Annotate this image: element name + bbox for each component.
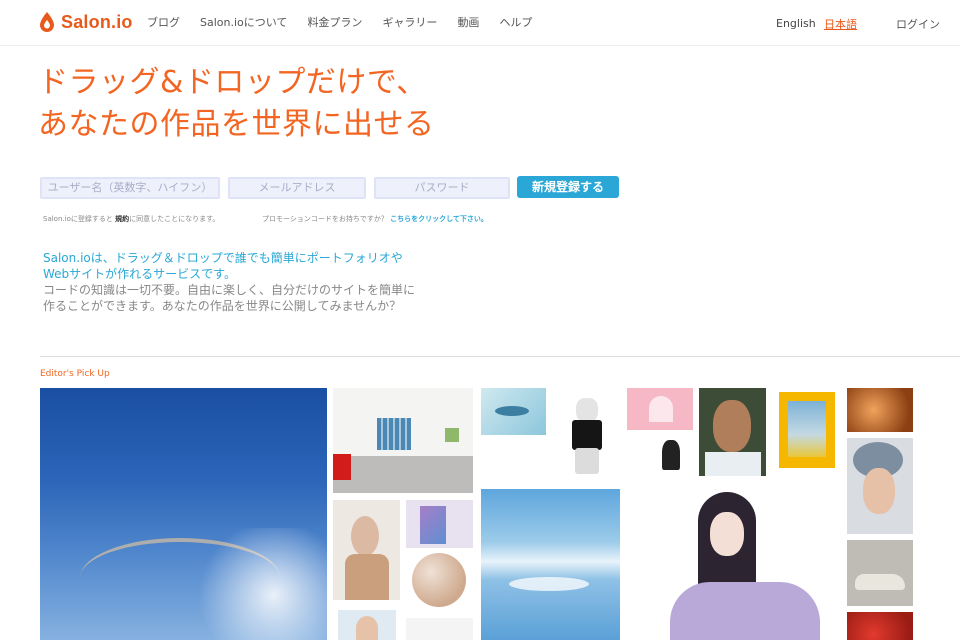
username-field[interactable]: ユーザー名（英数字、ハイフン） (40, 177, 220, 199)
girl-face (710, 512, 744, 556)
nav-gallery[interactable]: ギャラリー (382, 14, 437, 30)
gallery-item-woman-portrait[interactable] (333, 500, 400, 600)
drop-logo-icon (40, 12, 54, 32)
gallery-item-whale-sea[interactable] (481, 489, 620, 640)
gallery-item-book[interactable] (406, 500, 473, 548)
terms-link[interactable]: 規約 (115, 215, 129, 223)
intro-text: Salon.ioは、ドラッグ＆ドロップで誰でも簡単にポートフォリオや Webサイ… (43, 250, 463, 314)
section-divider (40, 356, 960, 357)
logo-text: Salon.io (61, 11, 133, 32)
email-field[interactable]: メールアドレス (228, 177, 366, 199)
nav-about[interactable]: Salon.ioについて (200, 14, 287, 30)
intro-blue-line-1: Salon.ioは、ドラッグ＆ドロップで誰でも簡単にポートフォリオや (43, 251, 403, 265)
signup-button[interactable]: 新規登録する (517, 176, 619, 198)
promo-link[interactable]: こちらをクリックして下さい。 (390, 215, 488, 223)
gallery-item-sky-photo[interactable] (40, 388, 327, 640)
intro-gray-line-1: コードの知識は一切不要。自由に楽しく、自分だけのサイトを簡単に (43, 283, 416, 297)
gallery-item-red[interactable] (847, 612, 913, 640)
password-field[interactable]: パスワード (374, 177, 510, 199)
terms-suffix: に同意したことになります。 (129, 215, 220, 223)
terms-prefix: Salon.ioに登録すると (43, 215, 113, 223)
logo[interactable]: Salon.io (38, 9, 133, 35)
room-floor (333, 456, 473, 493)
gallery-item-pink-illustration[interactable] (627, 388, 693, 430)
gallery-item-desk[interactable] (406, 618, 473, 640)
gallery-item-sketch-girl[interactable] (630, 434, 690, 478)
main-nav: ブログ Salon.ioについて 料金プラン ギャラリー 動画 ヘルプ (147, 14, 552, 30)
gallery-item-girl-drawing[interactable] (640, 490, 830, 640)
gallery-item-fish[interactable] (481, 388, 546, 435)
hero-line-2: あなたの作品を世界に出せる (38, 107, 435, 142)
bear-head (576, 398, 598, 422)
promo-note: プロモーションコードをお持ちですか？ こちらをクリックして下さい。 (262, 214, 488, 224)
intro-blue-line-2: Webサイトが作れるサービスです。 (43, 267, 236, 281)
site-header: Salon.io ブログ Salon.ioについて 料金プラン ギャラリー 動画… (0, 0, 960, 46)
login-link[interactable]: ログイン (896, 16, 940, 32)
picks-title: Editor's Pick Up (40, 369, 110, 379)
room-chair (333, 454, 351, 480)
gallery-item-orange-glow[interactable] (847, 388, 913, 432)
promo-prefix: プロモーションコードをお持ちですか？ (262, 215, 388, 223)
nav-pricing[interactable]: 料金プラン (307, 14, 362, 30)
girl-body (670, 582, 820, 640)
gallery-item-boy-portrait[interactable] (699, 388, 766, 476)
hero-heading: ドラッグ&ドロップだけで、 あなたの作品を世界に出せる (38, 62, 435, 146)
gallery-item-poster[interactable] (779, 392, 835, 468)
bear-legs (575, 448, 599, 474)
gallery-item-man-illustration[interactable] (338, 610, 396, 640)
nav-blog[interactable]: ブログ (147, 14, 180, 30)
cloud-shape (190, 528, 327, 640)
nav-video[interactable]: 動画 (457, 14, 479, 30)
bear-body (572, 420, 602, 450)
gallery-item-curly-portrait[interactable] (847, 438, 913, 534)
nav-help[interactable]: ヘルプ (499, 14, 532, 30)
gallery-item-bear-figure[interactable] (560, 390, 614, 480)
room-artwork-small (445, 428, 459, 442)
room-artwork (377, 418, 411, 450)
hero-line-1: ドラッグ&ドロップだけで、 (38, 65, 427, 100)
lang-japanese-link[interactable]: 日本語 (824, 16, 857, 32)
gallery-item-yin-yang[interactable] (406, 553, 473, 610)
terms-note: Salon.ioに登録すると 規約に同意したことになります。 (43, 214, 219, 224)
gallery-item-exhibition-room[interactable] (333, 388, 473, 493)
intro-gray-line-2: 作ることができます。あなたの作品を世界に公開してみませんか？ (43, 299, 402, 313)
gallery-item-car[interactable] (847, 540, 913, 606)
lang-english-link[interactable]: English (776, 17, 816, 30)
